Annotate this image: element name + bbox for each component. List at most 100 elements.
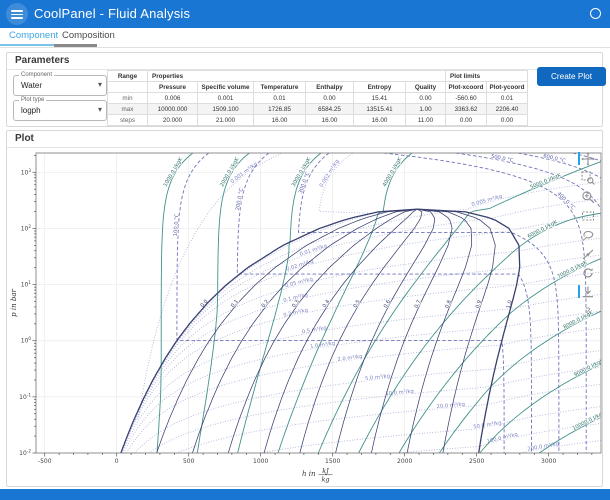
table-cell[interactable]: 11.00 [406,115,446,126]
table-column-header: Enthalpy [306,82,354,93]
svg-text:0.2: 0.2 [261,299,271,309]
tab-composition[interactable]: Composition [62,28,115,44]
table-cell[interactable]: 0.00 [406,93,446,104]
table-cell[interactable]: 16.00 [306,115,354,126]
table-cell[interactable]: 0.00 [446,115,487,126]
chevron-down-icon: ▾ [98,105,102,114]
svg-text:100: 100 [21,336,32,345]
tab-bar: Component Composition [0,28,610,47]
svg-text:400.0 °C: 400.0 °C [556,191,577,212]
svg-text:1.0 m³/kg: 1.0 m³/kg [310,340,336,350]
table-cell[interactable]: 13515.41 [354,104,406,115]
table-cell[interactable]: 1.00 [406,104,446,115]
table-column-header: Plot-ycoord [487,82,528,93]
isentrope-lines: 1000.0 J/kgK2000.0 J/kgK3000.0 J/kgK4000… [157,153,602,453]
reset-icon [581,266,595,280]
tool-reset-button[interactable] [579,264,596,282]
plot-type-select[interactable]: Plot type logph ▾ [13,100,107,121]
tool-box-select-button[interactable] [579,207,596,225]
svg-text:0: 0 [115,458,119,465]
divider [0,47,610,48]
app-bar: CoolPanel - Fluid Analysis [0,0,610,28]
table-cell[interactable]: 6584.25 [306,104,354,115]
table-cell[interactable]: 15.41 [354,93,406,104]
table-cell[interactable]: 16.00 [354,115,406,126]
svg-text:0.7: 0.7 [414,299,423,309]
table-column-header: Pressure [148,82,198,93]
table-cell[interactable]: 1509.100 [198,104,254,115]
table-cell[interactable]: 0.001 [198,93,254,104]
tab-component[interactable]: Component [9,28,58,44]
svg-text:2500: 2500 [469,458,484,465]
table-cell[interactable]: 21.000 [198,115,254,126]
tool-hover-button[interactable] [579,245,596,263]
table-cell[interactable]: 10000.000 [148,104,198,115]
svg-text:6000.0 J/kgK: 6000.0 J/kgK [527,219,559,240]
tool-box-zoom-button[interactable] [579,169,596,187]
tool-lasso-select-button[interactable] [579,226,596,244]
table-cell[interactable]: 0.006 [148,93,198,104]
table-column-header: Quality [406,82,446,93]
table-cell[interactable]: 2206.40 [487,104,528,115]
help-icon: ? [581,304,595,318]
hover-icon [581,247,595,261]
table-cell[interactable]: 0.01 [487,93,528,104]
isoline-layer: 0.001 m³/kg0.002 m³/kg0.005 m³/kg0.01 m³… [121,153,602,453]
svg-text:10-2: 10-2 [19,449,31,458]
tool-wheel-zoom-button[interactable] [579,188,596,206]
lasso-select-icon [581,228,595,242]
table-cell[interactable]: 0.00 [306,93,354,104]
svg-text:500.0 °C: 500.0 °C [490,154,514,164]
component-select[interactable]: Component Water ▾ [13,75,107,96]
table-cell[interactable]: 0.01 [254,93,306,104]
svg-text:kJ: kJ [322,467,329,475]
plot-type-select-value: logph [21,106,41,115]
svg-text:h in: h in [302,470,316,478]
parameters-table: RangePropertiesPlot limitsPressureSpecif… [107,70,528,126]
svg-text:200.0 °C: 200.0 °C [235,187,245,211]
tool-save-button[interactable] [579,283,596,301]
svg-text:600.0 °C: 600.0 °C [542,153,566,164]
isochore-lines: 0.001 m³/kg0.002 m³/kg0.005 m³/kg0.01 m³… [121,153,602,453]
svg-text:5000.0 J/kgK: 5000.0 J/kgK [529,172,562,190]
menu-button[interactable] [6,3,28,25]
table-cell[interactable]: 0.00 [487,115,528,126]
table-column-header: Temperature [254,82,306,93]
table-row-label: max [108,104,148,115]
logph-figure: 0.001 m³/kg0.002 m³/kg0.005 m³/kg0.01 m³… [7,148,602,486]
table-cell[interactable]: 3363.62 [446,104,487,115]
svg-text:0.002 m³/kg: 0.002 m³/kg [319,159,341,189]
svg-text:0.5: 0.5 [352,299,361,309]
table-column-header: Entropy [354,82,406,93]
table-cell[interactable]: -560.60 [446,93,487,104]
create-plot-button[interactable]: Create Plot [537,67,606,86]
table-group-header: Properties [148,71,446,82]
svg-text:101: 101 [21,280,32,289]
svg-text:-500: -500 [38,458,52,465]
footer-bar [0,489,610,500]
logph-chart[interactable]: 0.001 m³/kg0.002 m³/kg0.005 m³/kg0.01 m³… [7,148,602,486]
tool-help-button[interactable]: ? [579,302,596,320]
svg-text:kg: kg [321,476,329,484]
active-tool-indicator [578,152,580,165]
box-select-icon [581,209,595,223]
svg-text:20.0 m³/kg: 20.0 m³/kg [436,402,465,411]
grid [36,153,601,453]
svg-text:0.4: 0.4 [322,298,332,309]
table-row: max10000.0001509.1001726.856584.2513515.… [108,104,528,115]
active-tool-indicator [578,285,580,298]
tab-indicator-active [0,44,54,47]
save-icon [581,285,595,299]
table-column-header: Specific volume [198,82,254,93]
svg-text:?: ? [585,307,590,318]
table-row-label: steps [108,115,148,126]
table-cell[interactable]: 1726.85 [254,104,306,115]
table-cell[interactable]: 20.000 [148,115,198,126]
parameters-title: Parameters [7,53,602,70]
svg-text:0.6: 0.6 [383,299,392,309]
status-circle-icon[interactable] [590,8,601,19]
parameters-panel: Parameters Component Water ▾ Plot type l… [6,52,603,127]
tool-pan-button[interactable] [579,150,596,168]
table-cell[interactable]: 16.00 [254,115,306,126]
svg-text:9000.0 J/kgK: 9000.0 J/kgK [573,358,602,378]
